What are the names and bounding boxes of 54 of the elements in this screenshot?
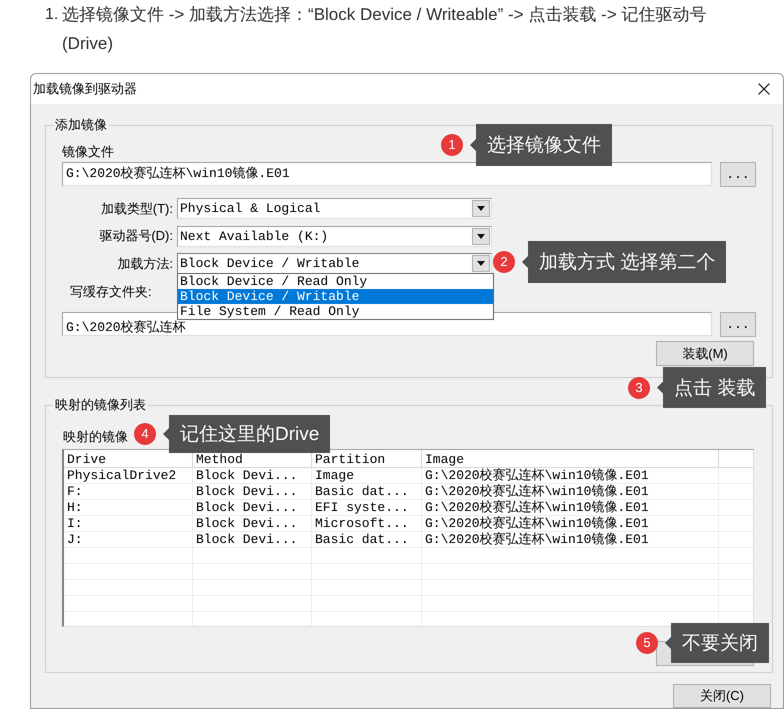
dropdown[interactable]: Physical & Logical xyxy=(177,198,492,219)
list-label: 映射的镜像 xyxy=(62,429,128,445)
table-cell-text: Block Devi... xyxy=(195,516,298,532)
table-cell-text: Image xyxy=(314,468,356,484)
table-cell-text: Basic dat... xyxy=(314,532,410,548)
field-label: 镜像文件 xyxy=(62,144,114,160)
table-cell-text: G:\2020校赛弘连杯\win10镜像.E01 xyxy=(424,484,650,500)
table-cell-text: Block Devi... xyxy=(195,500,298,516)
table-cell-text: Block Devi... xyxy=(195,468,298,484)
table-cell-text: G:\2020校赛弘连杯\win10镜像.E01 xyxy=(424,516,650,532)
browse-button[interactable]: ... xyxy=(720,162,756,186)
dropdown-option[interactable]: Block Device / Writable xyxy=(178,289,493,304)
list-number: 1. xyxy=(45,5,60,25)
table-cell-text: Microsoft... xyxy=(314,516,410,532)
caret-icon[interactable] xyxy=(472,255,490,272)
field-label: 写缓存文件夹: xyxy=(69,284,152,300)
table-cell-text: H: xyxy=(66,500,84,516)
column-header[interactable]: Partition xyxy=(312,450,422,467)
column-header[interactable]: Image xyxy=(422,450,719,467)
callout-tooltip: 记住这里的Drive xyxy=(163,415,330,453)
table-cell-text: Block Devi... xyxy=(195,532,298,548)
table-cell-text: Basic dat... xyxy=(314,484,410,500)
group-title: 添加镜像 xyxy=(54,117,108,133)
column-header[interactable]: Method xyxy=(193,450,312,467)
column-header[interactable]: Drive xyxy=(64,450,193,467)
close-button[interactable]: 关闭(C) xyxy=(673,684,771,708)
table-cell-text: EFI syste... xyxy=(314,500,410,516)
dropdown-option[interactable]: Block Device / Read Only xyxy=(178,274,493,289)
table-cell-text: J: xyxy=(66,532,84,548)
field-label: 驱动器号(D): xyxy=(98,228,174,244)
table-cell-text: F: xyxy=(66,484,84,500)
callout-tooltip: 不要关闭 xyxy=(665,623,769,663)
table-cell-text: G:\2020校赛弘连杯\win10镜像.E01 xyxy=(424,500,650,516)
caret-icon[interactable] xyxy=(472,200,490,217)
caret-icon[interactable] xyxy=(472,228,490,244)
callout-tooltip: 点击 装载 xyxy=(657,367,766,408)
callout-tooltip: 加载方式 选择第二个 xyxy=(522,241,726,283)
field-label: 加载类型(T): xyxy=(100,200,174,216)
input-field[interactable]: G:\2020校赛弘连杯\win10镜像.E01 xyxy=(62,162,712,186)
table-cell-text: G:\2020校赛弘连杯\win10镜像.E01 xyxy=(424,468,650,484)
group-title: 映射的镜像列表 xyxy=(54,397,147,413)
browse-button[interactable]: ... xyxy=(720,312,756,336)
dropdown[interactable]: Next Available (K:) xyxy=(177,226,492,246)
table-cell-text: G:\2020校赛弘连杯\win10镜像.E01 xyxy=(424,532,650,548)
mount-button[interactable]: 装载(M) xyxy=(656,341,754,366)
field-label: 加载方法: xyxy=(116,256,174,272)
table-cell-text: PhysicalDrive2 xyxy=(66,468,178,484)
dropdown[interactable]: Block Device / Writable xyxy=(177,253,492,274)
instruction-text: 选择镜像文件 -> 加载方法选择：“Block Device / Writeable” -> 点击装载 -> 记住驱动号(Drive) xyxy=(62,4,708,55)
callout-tooltip: 选择镜像文件 xyxy=(470,124,612,166)
close-icon[interactable] xyxy=(758,83,770,95)
window-title: 加载镜像到驱动器 xyxy=(33,81,137,97)
table-cell-text: I: xyxy=(66,516,84,532)
table-cell-text: Block Devi... xyxy=(195,484,298,500)
